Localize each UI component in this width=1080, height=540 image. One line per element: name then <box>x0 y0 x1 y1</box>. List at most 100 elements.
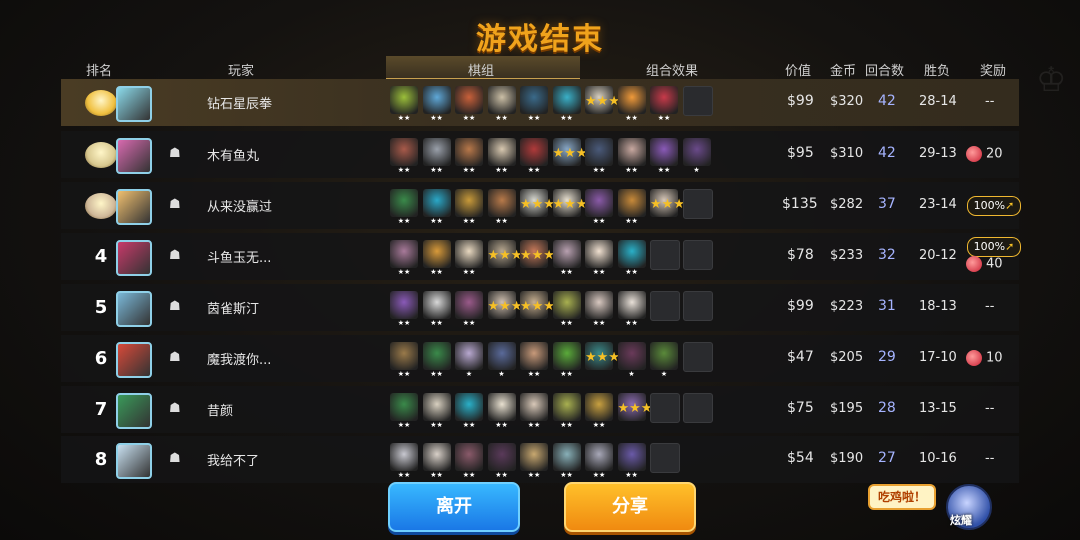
chess-piece-icon[interactable] <box>552 86 581 114</box>
chess-piece-icon[interactable] <box>650 342 678 370</box>
chess-piece-icon[interactable] <box>520 393 548 421</box>
player-row[interactable]: 7 ☗ 昔颜 ★★ ★★ ★★ ★★ ★★ ★★ ★★ ★★★ $75 $195 28 13-15 -- <box>61 386 1019 433</box>
player-row[interactable]: ☗ 从来没赢过 ★★ ★★ ★★ ★★ ★★★ ★★★ ★★ ★★ ★★★ $135 $282 37 23-… <box>61 182 1021 229</box>
chess-piece-icon[interactable] <box>552 393 581 421</box>
avatar[interactable] <box>116 189 152 225</box>
player-row[interactable]: 钻石星辰拳 ★★ ★★ ★★ ★★ ★★ ★★ ★★★ ★★ ★★ $99 $320 42 28-14 -- <box>61 79 1019 126</box>
chess-piece-icon[interactable] <box>585 291 613 319</box>
chess-piece-icon[interactable] <box>520 86 548 114</box>
tab-synergy[interactable]: 组合效果 <box>646 60 698 79</box>
arrow-up-icon: ➚ <box>1005 240 1015 253</box>
value-cell: $135 <box>782 196 818 212</box>
rank-medal-icon <box>85 141 117 168</box>
chess-piece-icon[interactable] <box>617 291 646 319</box>
chess-piece-icon[interactable] <box>552 443 581 471</box>
leave-button[interactable]: 离开 <box>388 482 520 532</box>
chess-piece-icon[interactable] <box>585 138 613 166</box>
chess-piece-icon[interactable] <box>487 342 516 370</box>
avatar[interactable] <box>116 393 152 429</box>
player-row[interactable]: ☗ 木有鱼丸 ★★ ★★ ★★ ★★ ★★ ★★★ ★★ ★★ ★★ ★ $95 $310 42 29-13 2… <box>61 131 1019 178</box>
header-reward: 奖励 <box>980 64 1007 79</box>
chess-piece-icon[interactable] <box>455 189 483 217</box>
chess-piece-icon[interactable] <box>390 291 418 319</box>
chess-piece-icon[interactable] <box>520 138 548 166</box>
avatar[interactable] <box>116 443 152 479</box>
chess-piece-icon[interactable] <box>422 189 451 217</box>
chess-piece-icon[interactable] <box>585 393 613 421</box>
chess-piece-icon[interactable] <box>520 342 548 370</box>
value-cell: $95 <box>787 145 814 161</box>
chess-piece-icon[interactable] <box>422 342 451 370</box>
chess-piece-icon[interactable] <box>552 342 581 370</box>
chess-piece-icon[interactable] <box>520 443 548 471</box>
chess-piece-icon[interactable] <box>617 138 646 166</box>
add-friend-icon[interactable]: ☗ <box>169 401 181 416</box>
add-friend-icon[interactable]: ☗ <box>169 248 181 263</box>
avatar[interactable] <box>116 138 152 174</box>
chess-piece-icon[interactable] <box>390 393 418 421</box>
chess-piece-icon[interactable] <box>585 443 613 471</box>
chess-piece-icon[interactable] <box>487 138 516 166</box>
chess-piece-icon[interactable] <box>422 291 451 319</box>
chess-piece-icon[interactable] <box>422 138 451 166</box>
chess-piece-icon[interactable] <box>455 86 483 114</box>
tab-lineup[interactable]: 棋组 <box>468 60 494 79</box>
piece-stars: ★★ <box>625 268 638 276</box>
chess-piece-icon[interactable] <box>585 189 613 217</box>
avatar[interactable] <box>116 240 152 276</box>
chess-piece-icon[interactable] <box>552 240 581 268</box>
share-button[interactable]: 分享 <box>564 482 696 532</box>
chess-piece-icon[interactable] <box>617 86 646 114</box>
add-friend-icon[interactable]: ☗ <box>169 197 181 212</box>
piece-stars: ★ <box>693 166 700 174</box>
chess-piece-icon[interactable] <box>455 342 483 370</box>
chess-piece-icon[interactable] <box>650 138 678 166</box>
chess-piece-icon[interactable] <box>617 240 646 268</box>
chess-piece-icon[interactable] <box>390 443 418 471</box>
avatar[interactable] <box>116 291 152 327</box>
chess-piece-icon[interactable] <box>390 240 418 268</box>
chess-piece-icon[interactable] <box>455 393 483 421</box>
chess-piece-icon[interactable] <box>390 342 418 370</box>
chess-piece-icon[interactable] <box>487 86 516 114</box>
chess-piece-icon[interactable] <box>617 189 646 217</box>
player-row[interactable]: 8 ☗ 我给不了 ★★ ★★ ★★ ★★ ★★ ★★ ★★ ★★ $54 $190 27 10-16 -- <box>61 436 1019 483</box>
add-friend-icon[interactable]: ☗ <box>169 299 181 314</box>
chess-piece-icon[interactable] <box>422 240 451 268</box>
chess-piece-icon[interactable] <box>682 138 711 166</box>
win-loss-cell: 29-13 <box>919 146 957 161</box>
win-loss-cell: 18-13 <box>919 299 957 314</box>
chess-piece-icon[interactable] <box>390 138 418 166</box>
player-row[interactable]: 5 ☗ 茵雀斯汀 ★★ ★★ ★★ ★★★ ★★★ ★★ ★★ ★★ $99 $223 31 18-13 -- <box>61 284 1019 331</box>
chess-piece-icon[interactable] <box>390 189 418 217</box>
chess-piece-icon[interactable] <box>455 240 483 268</box>
gold-cell: $233 <box>830 248 864 263</box>
piece-stars: ★★ <box>430 370 443 378</box>
chess-piece-icon[interactable] <box>650 86 678 114</box>
chess-piece-icon[interactable] <box>585 240 613 268</box>
chess-piece-icon[interactable] <box>617 443 646 471</box>
avatar[interactable] <box>116 342 152 378</box>
piece-stars: ★★★ <box>520 299 555 314</box>
chess-piece-icon[interactable] <box>487 443 516 471</box>
chess-piece-icon[interactable] <box>390 86 418 114</box>
add-friend-icon[interactable]: ☗ <box>169 451 181 466</box>
chess-piece-icon[interactable] <box>455 443 483 471</box>
chess-piece-icon[interactable] <box>422 443 451 471</box>
add-friend-icon[interactable]: ☗ <box>169 350 181 365</box>
chess-piece-icon[interactable] <box>422 86 451 114</box>
chess-piece-icon[interactable] <box>422 393 451 421</box>
player-row[interactable]: 4 ☗ 斗鱼玉无... ★★ ★★ ★★ ★★★ ★★★ ★★ ★★ ★★ $78 $233 32 20-1… <box>61 233 1021 280</box>
add-friend-icon[interactable]: ☗ <box>169 146 181 161</box>
chess-piece-icon[interactable] <box>455 291 483 319</box>
rounds-cell: 32 <box>878 247 896 263</box>
chess-piece-icon[interactable] <box>617 342 646 370</box>
chess-piece-icon[interactable] <box>552 291 581 319</box>
player-row[interactable]: 6 ☗ 魔我渡你... ★★ ★★ ★ ★ ★★ ★★ ★★★ ★ ★ $47 $205 29 17-10 10 <box>61 335 1019 382</box>
piece-stars: ★★ <box>527 114 541 122</box>
chess-piece-icon[interactable] <box>487 189 516 217</box>
avatar[interactable] <box>116 86 152 122</box>
empty-slot <box>682 240 713 270</box>
chess-piece-icon[interactable] <box>487 393 516 421</box>
chess-piece-icon[interactable] <box>455 138 483 166</box>
